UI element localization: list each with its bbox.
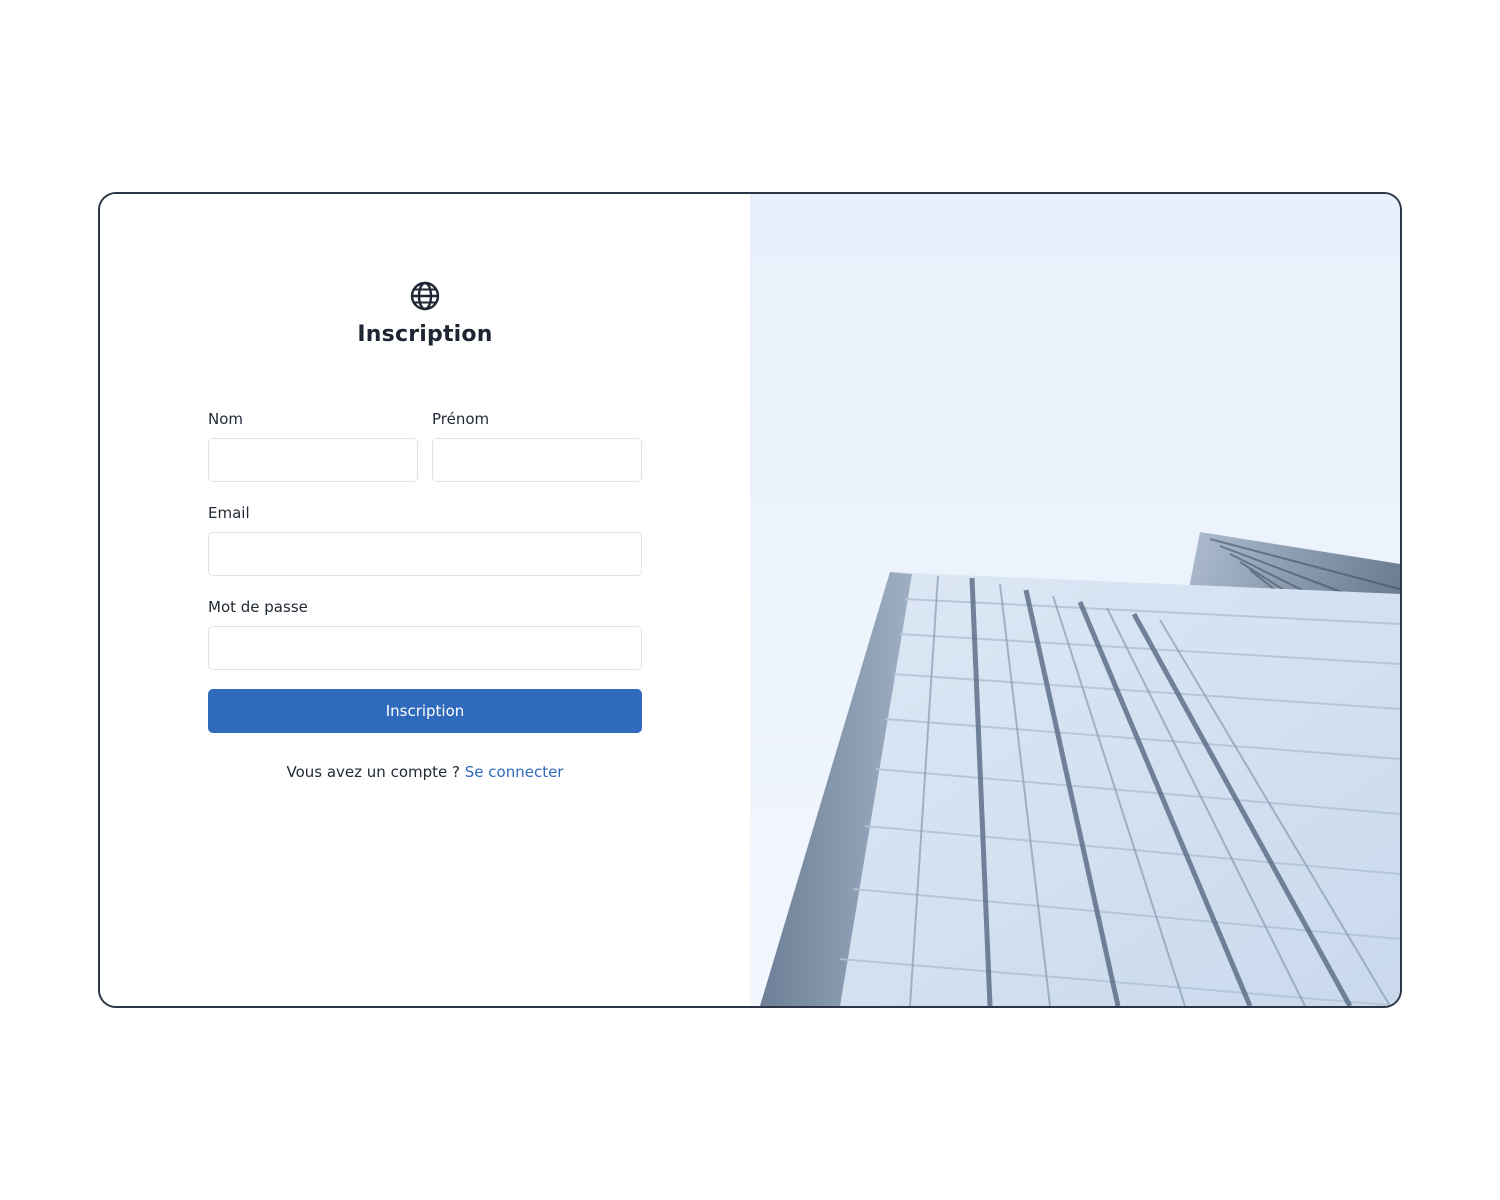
prenom-input[interactable] <box>432 438 642 482</box>
page-title: Inscription <box>357 322 493 347</box>
prenom-label: Prénom <box>432 410 490 428</box>
password-label: Mot de passe <box>208 598 308 616</box>
nom-input[interactable] <box>208 438 418 482</box>
password-input[interactable] <box>208 626 642 670</box>
email-input[interactable] <box>208 532 642 576</box>
signup-card: Inscription Nom Prénom Email Mot de pass… <box>98 192 1402 1008</box>
building-illustration <box>750 194 1400 1006</box>
signup-button[interactable]: Inscription <box>208 689 642 733</box>
login-link[interactable]: Se connecter <box>465 763 564 781</box>
nom-label: Nom <box>208 410 244 428</box>
building-photo <box>750 194 1400 1006</box>
globe-icon <box>410 281 440 311</box>
login-prompt: Vous avez un compte ? Se connecter <box>100 763 750 781</box>
signup-form-panel: Inscription Nom Prénom Email Mot de pass… <box>100 194 750 1006</box>
login-prompt-text: Vous avez un compte ? <box>286 763 460 781</box>
email-label: Email <box>208 504 250 522</box>
